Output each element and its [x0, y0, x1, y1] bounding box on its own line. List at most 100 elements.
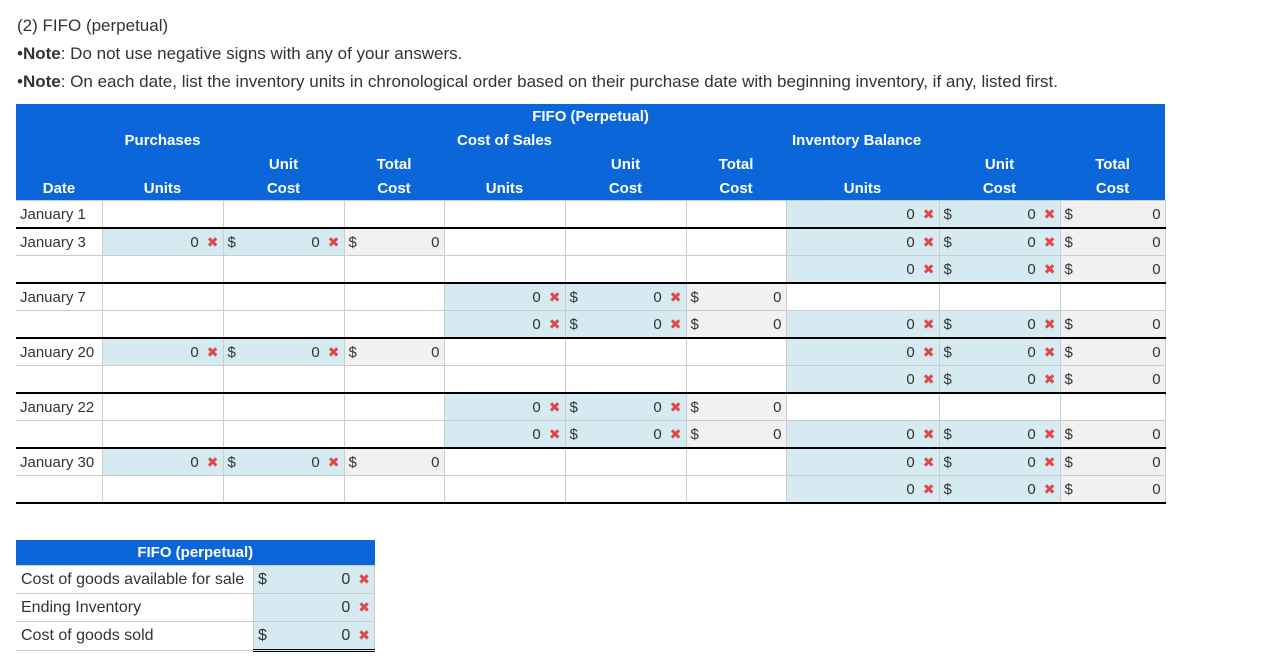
value: 0 — [1027, 205, 1036, 223]
value: 0 — [1152, 343, 1161, 361]
purchase-unit-cost-input[interactable]: $0 ✖ — [222, 447, 345, 476]
value: 0 — [906, 425, 915, 443]
incorrect-x-icon: ✖ — [327, 343, 340, 360]
cell-content: 0 ✖ — [787, 476, 939, 502]
summary-label: Cost of goods available for sale — [16, 565, 254, 594]
cell-content: $0 — [345, 449, 444, 475]
sale-total-cost: $0 — [685, 310, 787, 339]
balance-unit-cost-input[interactable]: $0 ✖ — [938, 255, 1061, 284]
balance-units-input[interactable]: 0 ✖ — [785, 310, 940, 339]
sale-total-cost-cell — [685, 365, 787, 394]
value: 0 — [190, 233, 199, 251]
summary-row-ending-inventory: Ending Inventory 0 ✖ — [16, 593, 375, 622]
cell-content: $0 ✖ — [940, 421, 1060, 447]
sale-units-input[interactable]: 0 ✖ — [443, 310, 566, 339]
note-1: •Note: Do not use negative signs with an… — [17, 40, 1058, 68]
sale-unit-cost-input[interactable]: $0 ✖ — [564, 310, 687, 339]
purchase-unit-cost-input[interactable]: $0 ✖ — [222, 227, 345, 256]
balance-unit-cost-input[interactable]: $0 ✖ — [938, 365, 1061, 394]
purchase-total-cost-cell — [343, 475, 445, 504]
value: 0 — [1027, 425, 1036, 443]
sale-units-cell — [443, 200, 566, 229]
purchase-total-cost-cell — [343, 282, 445, 311]
balance-unit-cost-input[interactable]: $0 ✖ — [938, 310, 1061, 339]
value: 0 — [1152, 315, 1161, 333]
purchase-units-input[interactable]: 0 ✖ — [101, 337, 224, 366]
incorrect-x-icon: ✖ — [548, 288, 561, 305]
ending-inventory-input[interactable]: 0 ✖ — [253, 593, 375, 622]
value: 0 — [906, 315, 915, 333]
date-cell: January 22 — [16, 392, 103, 421]
incorrect-x-icon: ✖ — [1043, 233, 1056, 250]
balance-units-input[interactable]: 0 ✖ — [785, 365, 940, 394]
col-cost: Cost — [686, 176, 786, 201]
table-row: January 30 0 ✖ $0 ✖ $0 0 ✖ $0 ✖ $0 — [16, 447, 1166, 476]
value: 0 — [532, 288, 541, 306]
sale-unit-cost-input[interactable]: $0 ✖ — [564, 282, 687, 311]
cell-content: $0 ✖ — [940, 366, 1060, 392]
col-cost: Cost — [223, 176, 344, 201]
balance-units-input[interactable]: 0 ✖ — [785, 420, 940, 449]
balance-unit-cost-input[interactable]: $0 ✖ — [938, 475, 1061, 504]
sale-units-input[interactable]: 0 ✖ — [443, 420, 566, 449]
balance-units-input[interactable]: 0 ✖ — [785, 447, 940, 476]
sale-unit-cost-input[interactable]: $0 ✖ — [564, 392, 687, 421]
cost-of-goods-sold-input[interactable]: $0 ✖ — [253, 621, 375, 652]
col-unit: Unit — [223, 152, 344, 176]
purchase-unit-cost-cell — [222, 200, 345, 229]
purchase-total-cost-cell — [343, 310, 445, 339]
balance-unit-cost-input[interactable]: $0 ✖ — [938, 447, 1061, 476]
balance-unit-cost-input[interactable]: $0 ✖ — [938, 337, 1061, 366]
purchase-total-cost-cell — [343, 255, 445, 284]
balance-units-input[interactable]: 0 ✖ — [785, 200, 940, 229]
incorrect-x-icon: ✖ — [548, 315, 561, 332]
purchase-total-cost: $0 — [343, 447, 445, 476]
purchase-unit-cost-input[interactable]: $0 ✖ — [222, 337, 345, 366]
sale-total-cost-cell — [685, 200, 787, 229]
sale-total-cost-cell — [685, 337, 787, 366]
table-row: 0 ✖ $0 ✖ $0 0 ✖ $0 ✖ $0 — [16, 420, 1166, 449]
sale-units-input[interactable]: 0 ✖ — [443, 282, 566, 311]
purchase-units-input[interactable]: 0 ✖ — [101, 447, 224, 476]
purchase-units-input[interactable]: 0 ✖ — [101, 227, 224, 256]
sale-total-cost-cell — [685, 447, 787, 476]
balance-units-input[interactable]: 0 ✖ — [785, 337, 940, 366]
sale-unit-cost-input[interactable]: $0 ✖ — [564, 420, 687, 449]
cell-content: 0 ✖ — [445, 394, 565, 420]
incorrect-x-icon: ✖ — [669, 315, 682, 332]
balance-unit-cost-input[interactable]: $0 ✖ — [938, 200, 1061, 229]
purchase-units-cell — [101, 282, 224, 311]
cell-content: $0 — [1061, 256, 1165, 282]
incorrect-x-icon: ✖ — [1043, 205, 1056, 222]
cell-content: $0 — [345, 339, 444, 365]
balance-units-input[interactable]: 0 ✖ — [785, 475, 940, 504]
value: 0 — [906, 260, 915, 278]
cell-content: $0 ✖ — [940, 256, 1060, 282]
purchase-unit-cost-cell — [222, 392, 345, 421]
sale-units-input[interactable]: 0 ✖ — [443, 392, 566, 421]
note-label: Note — [22, 44, 61, 63]
cost-of-goods-available-input[interactable]: $0 ✖ — [253, 565, 375, 594]
table-row: January 7 0 ✖ $0 ✖ $0 — [16, 282, 1166, 311]
incorrect-x-icon: ✖ — [206, 453, 219, 470]
dollar-sign: $ — [943, 233, 952, 251]
balance-unit-cost-input[interactable]: $0 ✖ — [938, 227, 1061, 256]
col-unit: Unit — [565, 152, 686, 176]
balance-units-input[interactable]: 0 ✖ — [785, 227, 940, 256]
dollar-sign: $ — [943, 315, 952, 333]
incorrect-x-icon: ✖ — [669, 398, 682, 415]
incorrect-x-icon: ✖ — [669, 425, 682, 442]
balance-units-input[interactable]: 0 ✖ — [785, 255, 940, 284]
note-label: Note — [22, 72, 61, 91]
value: 0 — [773, 398, 782, 416]
value: 0 — [906, 453, 915, 471]
purchase-total-cost: $0 — [343, 337, 445, 366]
cell-content: $0 ✖ — [566, 284, 686, 310]
value: 0 — [1027, 370, 1036, 388]
balance-unit-cost-input[interactable]: $0 ✖ — [938, 420, 1061, 449]
section-heading: (2) FIFO (perpetual) — [17, 16, 169, 35]
cell-content: 0 ✖ — [787, 366, 939, 392]
table-row: January 3 0 ✖ $0 ✖ $0 0 ✖ $0 ✖ $0 — [16, 227, 1166, 256]
cell-content: $0 — [1061, 201, 1165, 227]
date-cell — [16, 365, 103, 394]
